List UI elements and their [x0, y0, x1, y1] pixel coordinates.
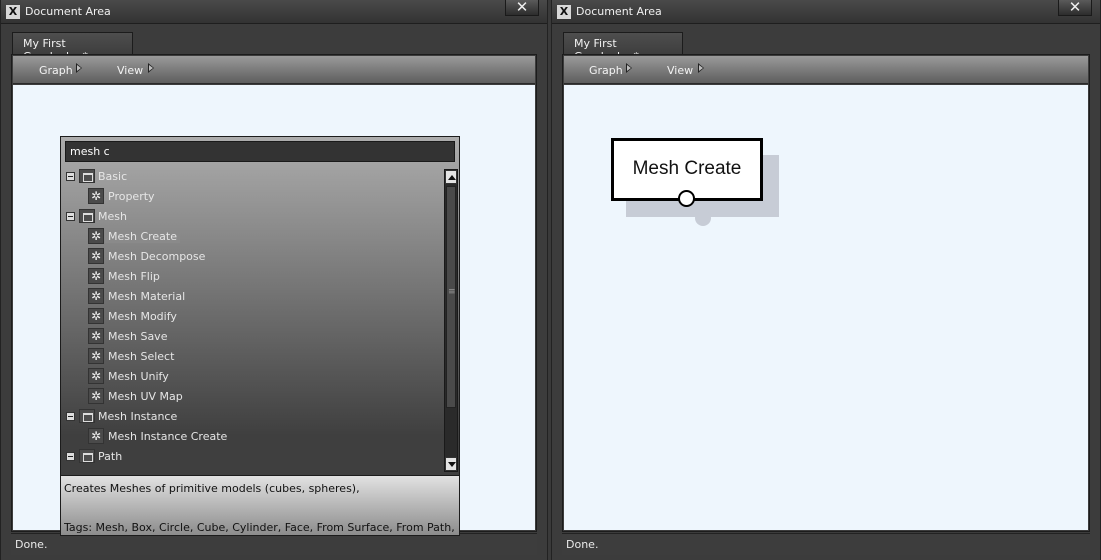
tree-item-label: Basic — [98, 170, 128, 183]
node-title: Mesh Create — [632, 158, 742, 179]
tree-item-label: Mesh Material — [108, 290, 186, 303]
tree-item-label: Mesh Create — [105, 230, 181, 243]
tree-item-label: Property — [108, 190, 155, 203]
vertical-scrollbar[interactable] — [444, 169, 458, 472]
tree-item-mesh-instance-create[interactable]: ✲ Mesh Instance Create — [63, 427, 443, 447]
tree-item-label: Mesh UV Map — [108, 390, 183, 403]
menu-view[interactable]: View — [667, 63, 704, 77]
tree-item-mesh-save[interactable]: ✲ Mesh Save — [63, 327, 443, 347]
tree-item-label: Mesh Select — [108, 350, 175, 363]
gear-icon: ✲ — [88, 288, 104, 304]
tree-item-label: Path — [98, 450, 123, 463]
tree-folder-path[interactable]: Path — [63, 447, 443, 467]
collapse-icon[interactable] — [66, 412, 75, 421]
tree-item-label: Mesh Decompose — [108, 250, 206, 263]
gear-icon: ✲ — [88, 268, 104, 284]
tree-item-mesh-select[interactable]: ✲ Mesh Select — [63, 347, 443, 367]
titlebar[interactable]: X Document Area ✕ — [552, 0, 1100, 24]
tree-folder-mesh[interactable]: Mesh — [63, 207, 443, 227]
scroll-down-icon[interactable] — [445, 457, 457, 471]
menu-graph-label: Graph — [39, 64, 73, 77]
collapse-icon[interactable] — [66, 212, 75, 221]
window-title: Document Area — [25, 5, 111, 18]
status-bar: Done. — [11, 533, 537, 555]
tree-folder-basic[interactable]: Basic — [63, 167, 443, 187]
tree-item-label: Mesh Instance — [98, 410, 178, 423]
tree-item-mesh-flip[interactable]: ✲ Mesh Flip — [63, 267, 443, 287]
node-output-port[interactable] — [678, 190, 695, 207]
close-button[interactable]: ✕ — [505, 0, 539, 16]
node-description: Creates Meshes of primitive models (cube… — [64, 482, 360, 495]
menu-graph-label: Graph — [589, 64, 623, 77]
node-tags: Tags: Mesh, Box, Circle, Cube, Cylinder,… — [64, 521, 458, 534]
tree-item-mesh-unify[interactable]: ✲ Mesh Unify — [63, 367, 443, 387]
tree-item-label: Mesh Modify — [108, 310, 177, 323]
folder-icon — [79, 409, 95, 423]
titlebar[interactable]: X Document Area ✕ — [1, 0, 547, 24]
tree-folder-mesh-instance[interactable]: Mesh Instance — [63, 407, 443, 427]
node-tree-list: Basic ✲ Property Mesh ✲ Mesh Create ✲ Me… — [63, 167, 443, 472]
tree-item-mesh-uv-map[interactable]: ✲ Mesh UV Map — [63, 387, 443, 407]
node-description-panel: Creates Meshes of primitive models (cube… — [61, 475, 459, 535]
gear-icon: ✲ — [88, 368, 104, 384]
menu-view[interactable]: View — [117, 63, 154, 77]
tree-item-property[interactable]: ✲ Property — [63, 187, 443, 207]
graph-canvas[interactable]: Mesh Create — [564, 85, 1088, 530]
folder-icon — [79, 449, 95, 463]
node-picker-popup: Basic ✲ Property Mesh ✲ Mesh Create ✲ Me… — [60, 136, 460, 536]
gear-icon: ✲ — [88, 248, 104, 264]
document-frame: Graph View Mesh Create — [562, 54, 1090, 532]
gear-icon: ✲ — [88, 388, 104, 404]
window-title: Document Area — [576, 5, 662, 18]
gear-icon: ✲ — [88, 348, 104, 364]
chevron-right-icon — [148, 63, 154, 73]
gear-icon: ✲ — [88, 308, 104, 324]
tree-item-label: Mesh Unify — [108, 370, 169, 383]
node-shadow-port — [695, 210, 711, 226]
menu-view-label: View — [667, 64, 694, 77]
tree-item-mesh-modify[interactable]: ✲ Mesh Modify — [63, 307, 443, 327]
search-input[interactable] — [65, 141, 455, 162]
chevron-right-icon — [626, 63, 632, 73]
gear-icon: ✲ — [88, 328, 104, 344]
tree-item-mesh-material[interactable]: ✲ Mesh Material — [63, 287, 443, 307]
collapse-icon[interactable] — [66, 452, 75, 461]
gear-icon: ✲ — [88, 188, 104, 204]
tree-item-mesh-decompose[interactable]: ✲ Mesh Decompose — [63, 247, 443, 267]
menu-graph[interactable]: Graph — [39, 63, 82, 77]
close-button[interactable]: ✕ — [1058, 0, 1092, 16]
gear-icon: ✲ — [88, 228, 104, 244]
menu-graph[interactable]: Graph — [589, 63, 632, 77]
document-area-window-right: X Document Area ✕ My First Graph.slxg* G… — [551, 0, 1101, 560]
status-bar: Done. — [562, 533, 1090, 555]
tab-document[interactable]: My First Graph.slxg* — [563, 32, 683, 63]
folder-icon — [79, 209, 95, 223]
menubar: Graph View — [13, 56, 535, 84]
gear-icon: ✲ — [88, 428, 104, 444]
folder-icon — [79, 169, 95, 183]
scroll-up-icon[interactable] — [445, 170, 457, 184]
document-area-window-left: X Document Area ✕ My First Graph.slxg* G… — [0, 0, 548, 560]
app-icon: X — [6, 5, 20, 19]
collapse-icon[interactable] — [66, 172, 75, 181]
tree-item-label: Mesh Save — [108, 330, 168, 343]
app-icon: X — [557, 5, 571, 19]
menubar: Graph View — [564, 56, 1088, 84]
chevron-right-icon — [76, 63, 82, 73]
tree-item-label: Mesh Flip — [108, 270, 160, 283]
tree-item-label: Mesh — [98, 210, 127, 223]
scroll-thumb[interactable] — [446, 186, 456, 408]
menu-view-label: View — [117, 64, 144, 77]
tree-item-mesh-create[interactable]: ✲ Mesh Create — [63, 227, 443, 247]
tree-item-label: Mesh Instance Create — [108, 430, 228, 443]
chevron-right-icon — [698, 63, 704, 73]
tab-document[interactable]: My First Graph.slxg* — [12, 32, 133, 63]
